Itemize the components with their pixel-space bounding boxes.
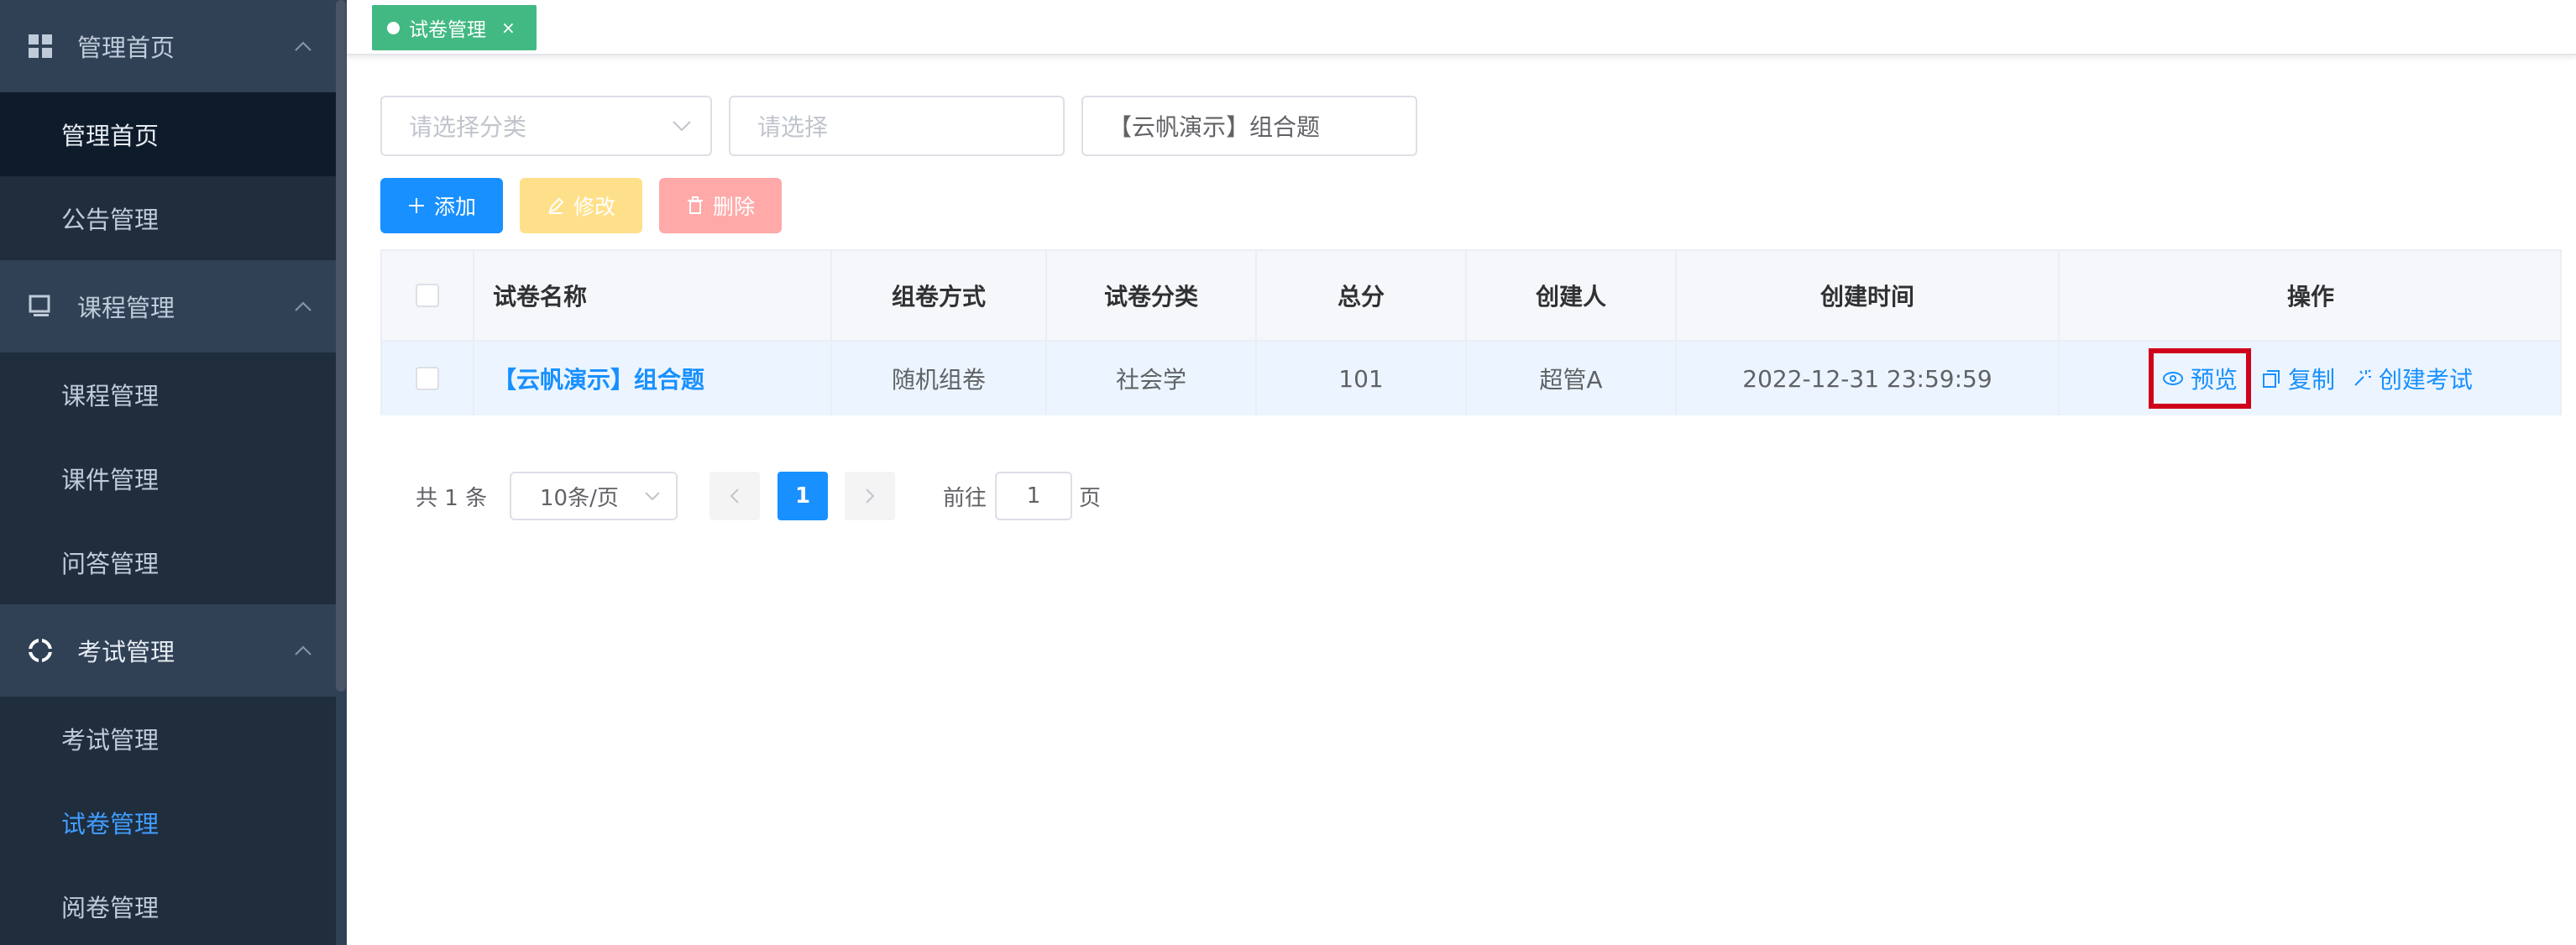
active-dot-icon	[387, 21, 400, 34]
header-name[interactable]: 试卷名称	[474, 251, 832, 340]
create-exam-button[interactable]: 创建考试	[2352, 362, 2473, 395]
chevron-up-icon	[295, 41, 312, 51]
sidebar-item-label: 公告管理	[61, 206, 160, 234]
close-icon[interactable]: ×	[501, 18, 516, 38]
keyword-input[interactable]: 【云帆演示】组合题	[1081, 96, 1417, 156]
add-button-label: 添加	[433, 195, 476, 219]
tab-bar	[347, 0, 2576, 55]
sidebar: 管理首页 管理首页 公告管理 课程管理 课程管理 课件管理 问答管理 考试管理	[0, 0, 347, 945]
goto-prefix: 前往	[943, 485, 987, 511]
sidebar-item-label: 问答管理	[61, 550, 160, 578]
sidebar-group-label: 课程管理	[77, 294, 175, 322]
header-select-cell	[382, 251, 474, 340]
sidebar-item-label: 管理首页	[61, 122, 160, 150]
row-name-cell: 【云帆演示】组合题	[474, 342, 832, 415]
delete-button-label: 删除	[712, 195, 755, 219]
row-creator: 超管A	[1467, 342, 1677, 415]
keyword-value: 【云帆演示】组合题	[1108, 113, 1321, 141]
header-actions: 操作	[2286, 283, 2334, 311]
pagination: 共 1 条 10条/页 1 前往 1 页	[416, 472, 1171, 520]
sidebar-item-qa[interactable]: 问答管理	[0, 520, 336, 604]
sidebar-item-label: 试卷管理	[61, 810, 160, 838]
chevron-up-icon	[295, 301, 312, 311]
sidebar-group-exams[interactable]: 考试管理	[0, 604, 336, 697]
sidebar-item-label: 阅卷管理	[61, 894, 160, 922]
eye-icon	[2162, 372, 2183, 385]
category-select[interactable]: 请选择分类	[380, 96, 712, 156]
page-size-select[interactable]: 10条/页	[510, 472, 678, 520]
header-mode[interactable]: 组卷方式	[832, 251, 1047, 340]
dashboard-grid-icon	[29, 34, 52, 58]
table-row[interactable]: 【云帆演示】组合题 随机组卷 社会学 101 超管A 2022-12-31 23…	[382, 342, 2560, 415]
row-created: 2022-12-31 23:59:59	[1677, 342, 2060, 415]
sidebar-item-dashboard[interactable]: 管理首页	[0, 92, 336, 176]
edit-button[interactable]: 修改	[520, 178, 642, 233]
header-created[interactable]: 创建时间	[1677, 251, 2060, 340]
sidebar-item-courses[interactable]: 课程管理	[0, 352, 336, 436]
row-category: 社会学	[1047, 342, 1257, 415]
tab-papers[interactable]: 试卷管理 ×	[372, 5, 537, 50]
row-actions: 预览 复制 创建考试	[2140, 348, 2481, 409]
edit-pencil-icon	[548, 197, 564, 214]
sidebar-item-label: 课件管理	[61, 466, 160, 494]
sidebar-item-papers[interactable]: 试卷管理	[0, 781, 336, 864]
sidebar-item-grading[interactable]: 阅卷管理	[0, 864, 336, 945]
preview-button[interactable]: 预览	[2148, 348, 2251, 409]
tab-label: 试卷管理	[409, 19, 486, 41]
next-page-button[interactable]	[845, 472, 895, 520]
chevron-down-icon	[645, 492, 660, 501]
row-checkbox[interactable]	[416, 367, 439, 390]
total-count: 共 1 条	[416, 485, 488, 511]
create-exam-label: 创建考试	[2379, 366, 2474, 394]
edit-button-label: 修改	[573, 195, 615, 219]
row-select-cell	[382, 342, 474, 415]
papers-table: 试卷名称 组卷方式 试卷分类 总分 创建人 创建时间 操作 【云帆演示】组合题 …	[380, 249, 2562, 415]
sidebar-item-exams[interactable]: 考试管理	[0, 697, 336, 781]
delete-button[interactable]: 删除	[659, 178, 782, 233]
chevron-left-icon	[730, 488, 739, 504]
sidebar-item-label: 考试管理	[61, 726, 160, 754]
paper-name-link[interactable]: 【云帆演示】组合题	[493, 362, 704, 395]
copy-icon	[2262, 370, 2280, 388]
sidebar-scrollbar[interactable]	[336, 0, 346, 692]
category-placeholder: 请选择分类	[409, 113, 527, 141]
header-creator[interactable]: 创建人	[1467, 251, 1677, 340]
row-mode: 随机组卷	[832, 342, 1047, 415]
sidebar-group-courses[interactable]: 课程管理	[0, 260, 336, 352]
sidebar-group-dashboard[interactable]: 管理首页	[0, 0, 336, 92]
preview-label: 预览	[2190, 366, 2238, 394]
monitor-icon	[29, 295, 50, 316]
header-score[interactable]: 总分	[1257, 251, 1467, 340]
prev-page-button[interactable]	[709, 472, 760, 520]
chevron-up-icon	[295, 645, 312, 655]
sidebar-item-label: 课程管理	[61, 382, 160, 410]
sidebar-item-coursewares[interactable]: 课件管理	[0, 436, 336, 520]
goto-suffix: 页	[1079, 485, 1102, 511]
magic-wand-icon	[2354, 369, 2371, 386]
lifebuoy-icon	[29, 639, 52, 662]
header-category[interactable]: 试卷分类	[1047, 251, 1257, 340]
chevron-down-icon	[673, 121, 691, 132]
select-placeholder: 请选择	[757, 113, 829, 141]
sidebar-group-label: 管理首页	[77, 34, 175, 62]
table-header: 试卷名称 组卷方式 试卷分类 总分 创建人 创建时间 操作	[382, 251, 2560, 342]
select-input[interactable]: 请选择	[729, 96, 1065, 156]
copy-button[interactable]: 复制	[2261, 362, 2335, 395]
goto-page-input[interactable]: 1	[995, 472, 1072, 520]
row-score: 101	[1257, 342, 1467, 415]
chevron-right-icon	[866, 488, 875, 504]
plus-icon	[408, 198, 424, 213]
add-button[interactable]: 添加	[380, 178, 503, 233]
copy-label: 复制	[2287, 366, 2335, 394]
page-number-current[interactable]: 1	[778, 472, 828, 520]
trash-icon	[687, 196, 703, 214]
sidebar-item-announcements[interactable]: 公告管理	[0, 176, 336, 260]
select-all-checkbox[interactable]	[416, 284, 439, 307]
row-actions-cell: 预览 复制 创建考试	[2060, 342, 2562, 415]
page-size-value: 10条/页	[540, 485, 619, 511]
sidebar-group-label: 考试管理	[77, 638, 175, 666]
